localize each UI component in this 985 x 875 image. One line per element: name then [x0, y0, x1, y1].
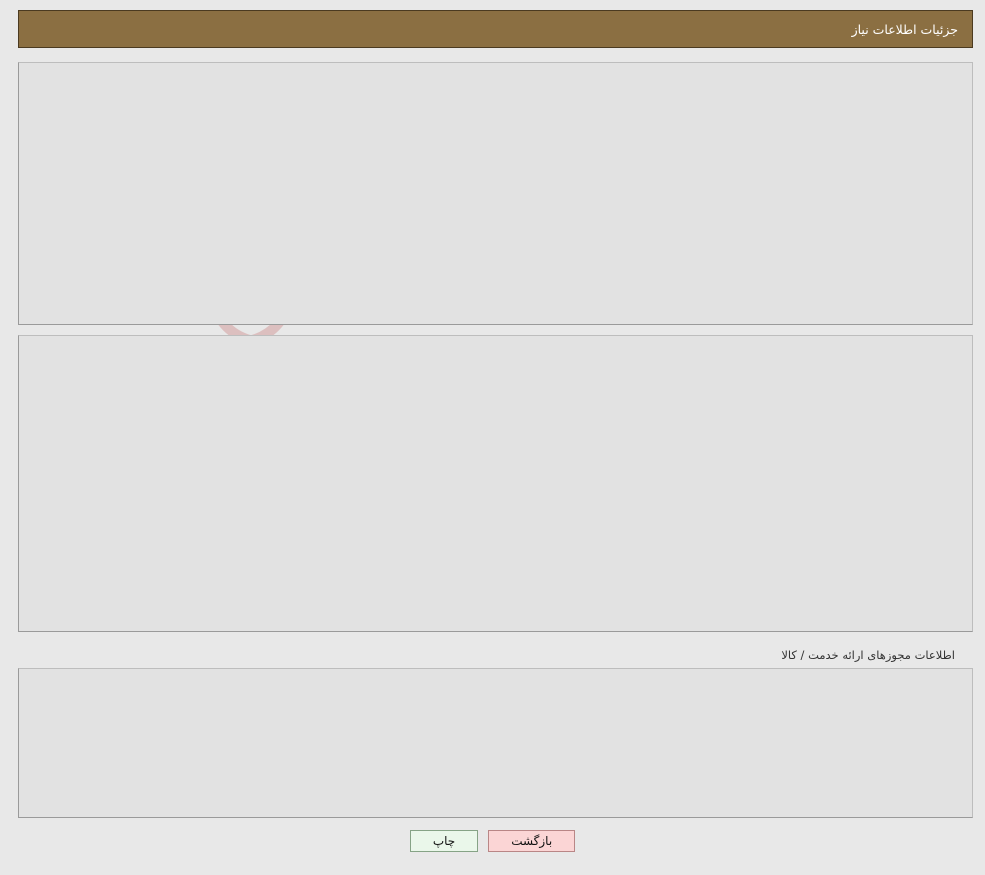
permits-panel: [18, 668, 973, 818]
page-header-bar: جزئیات اطلاعات نیاز: [18, 10, 973, 48]
page-root: ArtaTender.net جزئیات اطلاعات نیاز شماره…: [0, 0, 985, 875]
need-detail-panel: [18, 335, 973, 632]
footer-actions: بازگشت چاپ: [0, 830, 985, 852]
print-button[interactable]: چاپ: [409, 830, 479, 852]
need-info-panel: [18, 62, 973, 325]
back-button[interactable]: بازگشت: [488, 830, 576, 852]
permits-section-title: اطلاعات مجوزهای ارائه خدمت / کالا: [781, 648, 955, 662]
page-title: جزئیات اطلاعات نیاز: [851, 21, 958, 37]
